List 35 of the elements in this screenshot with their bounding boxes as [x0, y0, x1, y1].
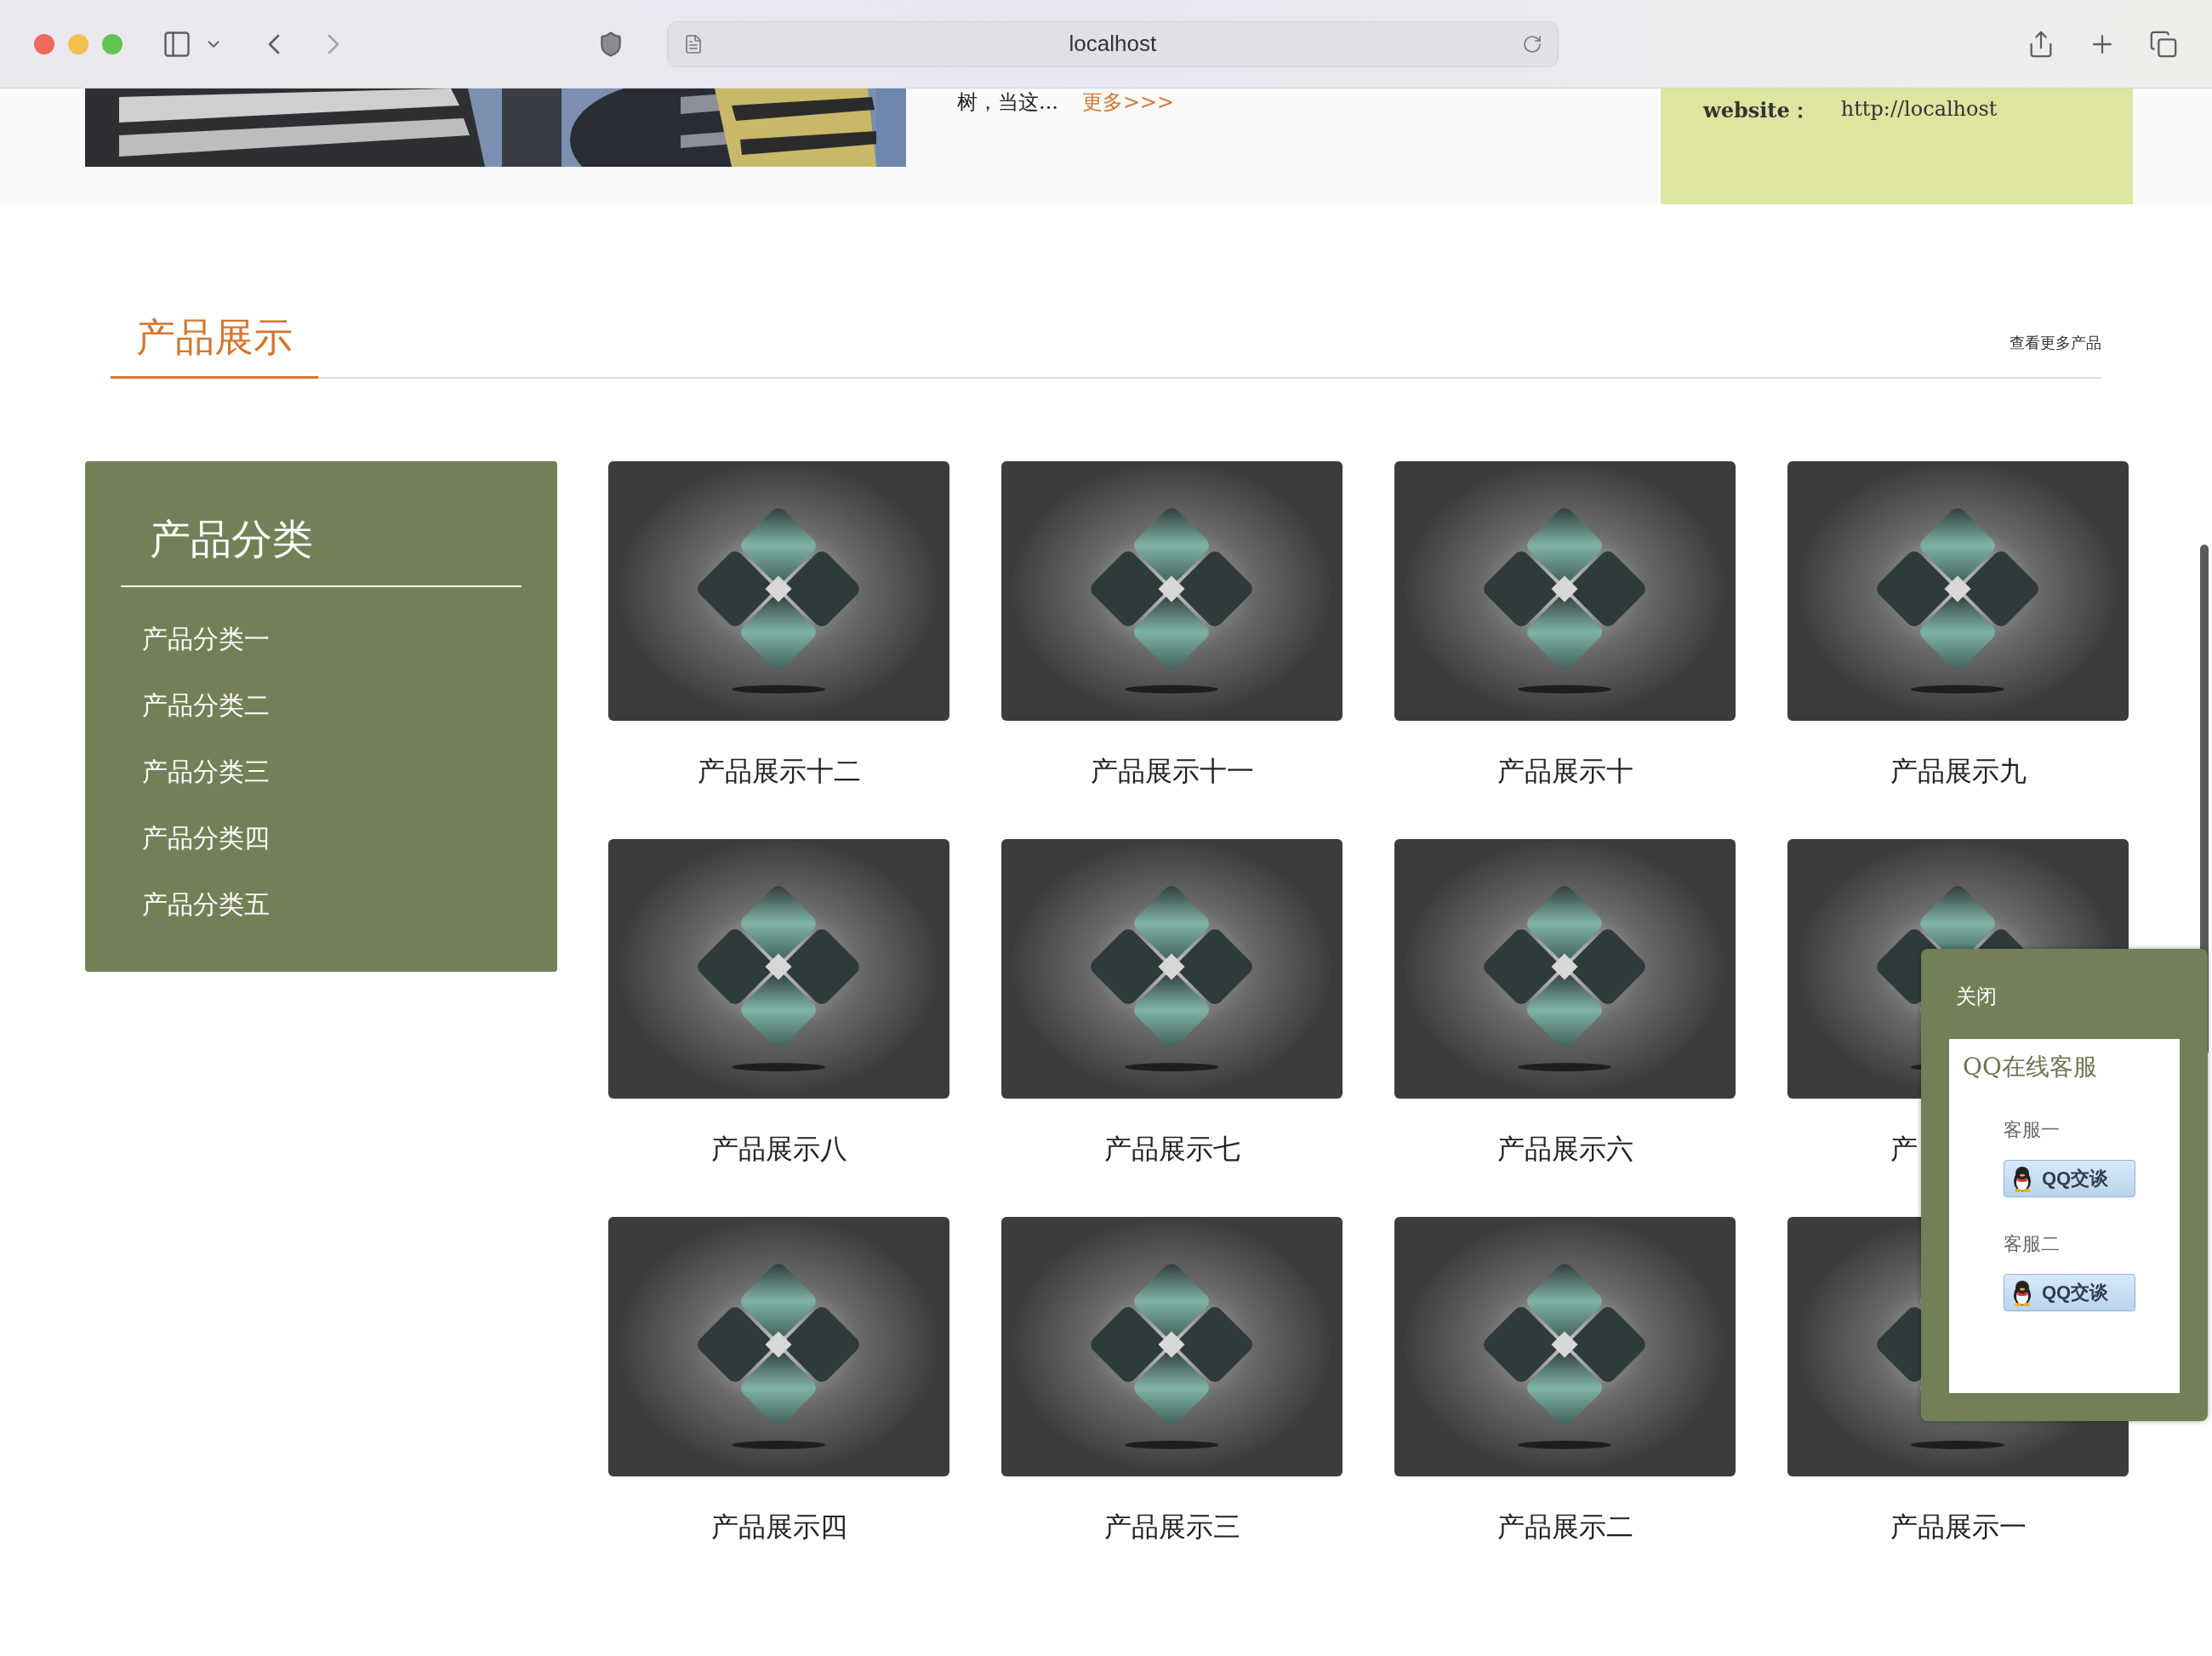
category-item[interactable]: 产品分类一 — [142, 606, 522, 672]
qq-chat-button[interactable]: QQ交谈 — [2004, 1160, 2135, 1197]
category-item[interactable]: 产品分类二 — [142, 672, 522, 739]
category-title: 产品分类 — [121, 512, 522, 587]
product-caption[interactable]: 产品展示十二 — [697, 755, 861, 787]
penguin-icon — [2011, 1165, 2033, 1192]
more-products-link[interactable]: 查看更多产品 — [2010, 333, 2101, 377]
agent-name: 客服一 — [2004, 1118, 2061, 1142]
close-window-button[interactable] — [34, 33, 54, 54]
product-caption[interactable]: 产品展示二 — [1497, 1510, 1633, 1543]
penguin-icon — [2011, 1279, 2033, 1306]
tabs-overview-icon[interactable] — [2149, 29, 2178, 59]
product-caption[interactable]: 产品展示八 — [710, 1133, 847, 1165]
service-title: QQ在线客服 — [1963, 1052, 2098, 1082]
agent-name: 客服二 — [2004, 1232, 2061, 1256]
website-url: http://localhost — [1840, 97, 1998, 121]
reload-icon[interactable] — [1522, 33, 1542, 54]
category-item[interactable]: 产品分类五 — [142, 871, 522, 938]
intro-text: 树，当这... — [957, 89, 1058, 116]
close-link[interactable]: 关闭 — [1949, 983, 2180, 1010]
address-bar[interactable]: localhost — [666, 20, 1559, 67]
product-caption[interactable]: 产品展示十 — [1497, 755, 1633, 787]
product-caption[interactable]: 产品展示十一 — [1090, 755, 1254, 787]
product-caption[interactable]: 产品展示九 — [1890, 755, 2027, 787]
category-item[interactable]: 产品分类三 — [142, 739, 522, 805]
product-caption[interactable]: 产品展示三 — [1103, 1510, 1240, 1543]
category-item[interactable]: 产品分类四 — [142, 805, 522, 871]
product-caption[interactable]: 产品展示七 — [1103, 1133, 1240, 1165]
qq-chat-button[interactable]: QQ交谈 — [2004, 1274, 2135, 1311]
product-caption[interactable]: 产品展示四 — [710, 1510, 847, 1543]
product-caption[interactable]: 产品展示一 — [1890, 1510, 2027, 1543]
product-caption[interactable]: 产 — [1890, 1133, 1918, 1165]
section-title: 产品展示 — [111, 311, 318, 379]
website-label: website： — [1703, 97, 1810, 124]
product-caption[interactable]: 产品展示六 — [1497, 1133, 1633, 1165]
